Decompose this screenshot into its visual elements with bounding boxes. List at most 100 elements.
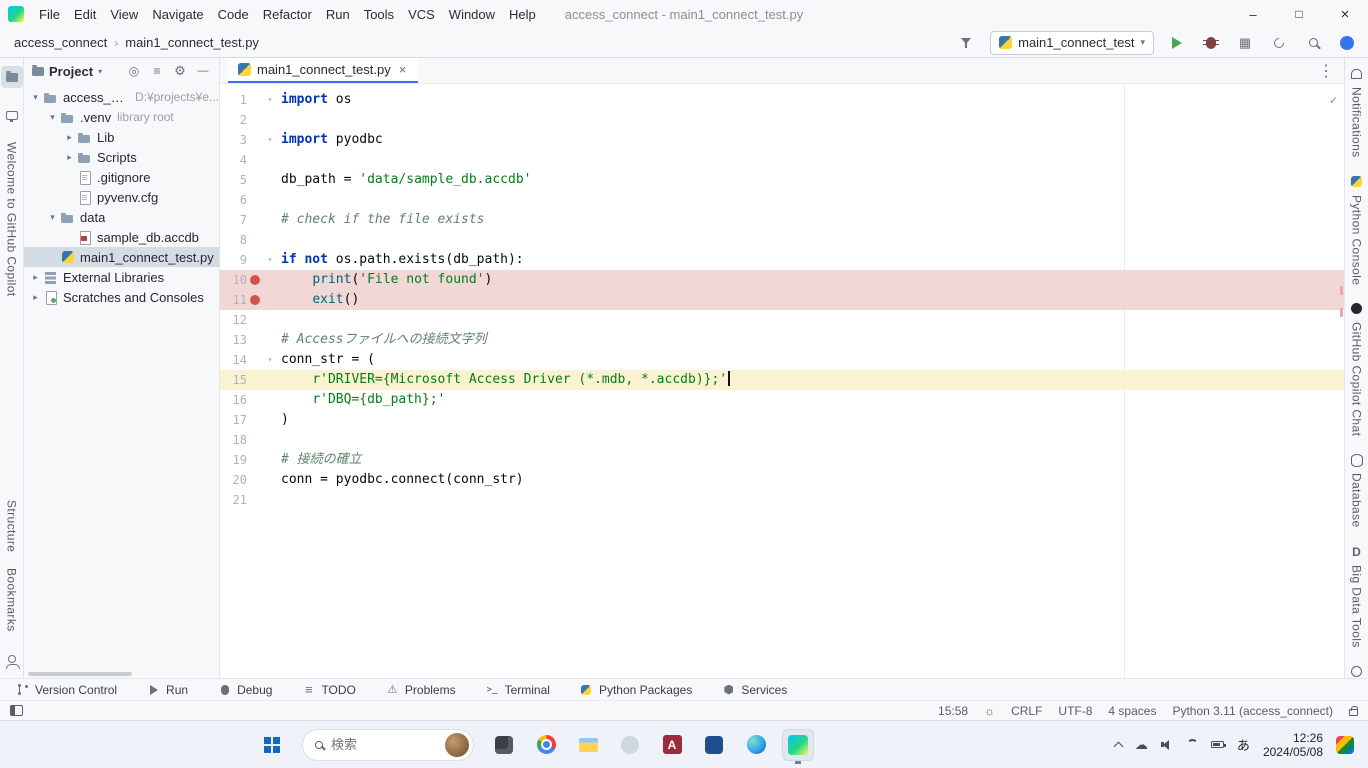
code-with-me-button[interactable] [1336,32,1358,54]
code-line-15[interactable]: 15 r'DRIVER={Microsoft Access Driver (*.… [220,370,1344,390]
gutter[interactable]: 13 [220,330,277,350]
tool-window-button-problems[interactable]: Problems [386,683,456,697]
error-stripe-mark[interactable] [1340,286,1343,295]
menu-view[interactable]: View [103,4,145,25]
tree-item-sample-db-accdb[interactable]: sample_db.accdb [24,227,219,247]
sun-icon[interactable] [984,704,995,718]
tab-close-icon[interactable]: × [397,62,409,77]
search-everywhere-button[interactable] [1302,32,1324,54]
run-config-select[interactable]: main1_connect_test ▾ [990,31,1154,55]
code-line-11[interactable]: 11 exit() [220,290,1344,310]
expander-icon[interactable]: ▾ [45,112,60,123]
tree-item-external-libraries[interactable]: ▸External Libraries [24,267,219,287]
panel-settings-button[interactable] [170,61,190,81]
tab-options-button[interactable] [1308,58,1344,83]
ime-mode-indicator[interactable]: あ [1237,735,1250,754]
tree-item-data[interactable]: ▾data [24,207,219,227]
access-app[interactable] [656,729,688,761]
horizontal-scrollbar[interactable] [28,672,132,676]
code-line-8[interactable]: 8 [220,230,1344,250]
maximize-button[interactable] [1276,0,1322,28]
fold-icon[interactable]: ▾ [263,90,277,110]
breadcrumb-item-main1-connect-test-py[interactable]: main1_connect_test.py [121,33,263,52]
menu-window[interactable]: Window [442,4,502,25]
gutter[interactable]: 14▾ [220,350,277,370]
gutter[interactable]: 21 [220,490,277,510]
code-line-6[interactable]: 6 [220,190,1344,210]
code-line-16[interactable]: 16 r'DBQ={db_path};' [220,390,1344,410]
code-line-19[interactable]: 19# 接続の確立 [220,450,1344,470]
error-stripe-mark[interactable] [1340,308,1343,317]
project-panel-title[interactable]: Project [49,64,93,79]
filter-icon[interactable] [956,32,978,54]
menu-vcs[interactable]: VCS [401,4,442,25]
expander-icon[interactable]: ▸ [28,292,43,303]
status-widget-crlf[interactable]: CRLF [1011,704,1042,718]
gutter[interactable]: 6 [220,190,277,210]
tool-button-big-data-tools[interactable]: DBig Data Tools [1349,544,1365,648]
tray-expand-chevron-icon[interactable] [1113,741,1123,751]
chrome-app[interactable] [530,729,562,761]
gutter[interactable]: 10 [220,270,277,290]
store-app[interactable] [698,729,730,761]
status-widget-python-3-11-access-connect[interactable]: Python 3.11 (access_connect) [1172,704,1333,718]
tool-window-button-services[interactable]: Services [722,683,787,697]
tool-window-button-debug[interactable]: Debug [218,683,272,697]
lock-icon[interactable] [1349,709,1358,716]
gutter[interactable]: 19 [220,450,277,470]
taskbar-clock[interactable]: 12:26 2024/05/08 [1263,731,1323,759]
menu-tools[interactable]: Tools [357,4,401,25]
code-line-7[interactable]: 7# check if the file exists [220,210,1344,230]
code-line-20[interactable]: 20conn = pyodbc.connect(conn_str) [220,470,1344,490]
tool-button-python-console[interactable]: Python Console [1349,174,1365,285]
tree-item-scripts[interactable]: ▸Scripts [24,147,219,167]
breakpoint-icon[interactable] [247,295,263,305]
code-editor[interactable]: 1▾import os23▾import pyodbc45db_path = '… [220,84,1344,678]
volume-icon[interactable] [1161,739,1174,751]
fold-icon[interactable]: ▾ [263,350,277,370]
gutter[interactable]: 2 [220,110,277,130]
onedrive-icon[interactable] [1135,737,1148,753]
hide-panel-button[interactable] [193,61,213,81]
menu-refactor[interactable]: Refactor [256,4,319,25]
gutter[interactable]: 8 [220,230,277,250]
gutter[interactable]: 12 [220,310,277,330]
run-button[interactable] [1166,32,1188,54]
taskbar-search[interactable] [302,729,474,761]
fold-icon[interactable]: ▾ [263,130,277,150]
settings-app[interactable] [614,729,646,761]
tree-item-main1-connect-test-py[interactable]: main1_connect_test.py [24,247,219,267]
minimize-button[interactable] [1230,0,1276,28]
gutter[interactable]: 1▾ [220,90,277,110]
tool-button-welcome-to-github-copilot[interactable]: Welcome to GitHub Copilot [5,142,19,297]
tree-item-scratches-and-consoles[interactable]: ▸Scratches and Consoles [24,287,219,307]
coverage-button[interactable] [1234,32,1256,54]
gutter[interactable]: 17 [220,410,277,430]
gutter[interactable]: 18 [220,430,277,450]
code-line-17[interactable]: 17) [220,410,1344,430]
menu-code[interactable]: Code [211,4,256,25]
tree-item-venv[interactable]: ▾.venvlibrary root [24,107,219,127]
expander-icon[interactable]: ▸ [62,152,77,163]
close-button[interactable] [1322,0,1368,28]
edge-app[interactable] [740,729,772,761]
search-highlight-image[interactable] [445,733,469,757]
gutter[interactable]: 11 [220,290,277,310]
gutter[interactable]: 3▾ [220,130,277,150]
code-line-9[interactable]: 9▾if not os.path.exists(db_path): [220,250,1344,270]
project-tool-button[interactable] [1,66,23,88]
tree-item-pyvenv-cfg[interactable]: pyvenv.cfg [24,187,219,207]
code-line-2[interactable]: 2 [220,110,1344,130]
menu-run[interactable]: Run [319,4,357,25]
status-widget-utf-8[interactable]: UTF-8 [1058,704,1092,718]
menu-help[interactable]: Help [502,4,543,25]
menu-navigate[interactable]: Navigate [145,4,210,25]
menu-edit[interactable]: Edit [67,4,103,25]
gutter[interactable]: 4 [220,150,277,170]
gutter[interactable]: 7 [220,210,277,230]
breakpoint-icon[interactable] [247,275,263,285]
tab-main1-connect-test[interactable]: main1_connect_test.py × [228,58,418,83]
code-line-13[interactable]: 13# Accessファイルへの接続文字列 [220,330,1344,350]
debug-button[interactable] [1200,32,1222,54]
start-button[interactable] [254,728,288,762]
